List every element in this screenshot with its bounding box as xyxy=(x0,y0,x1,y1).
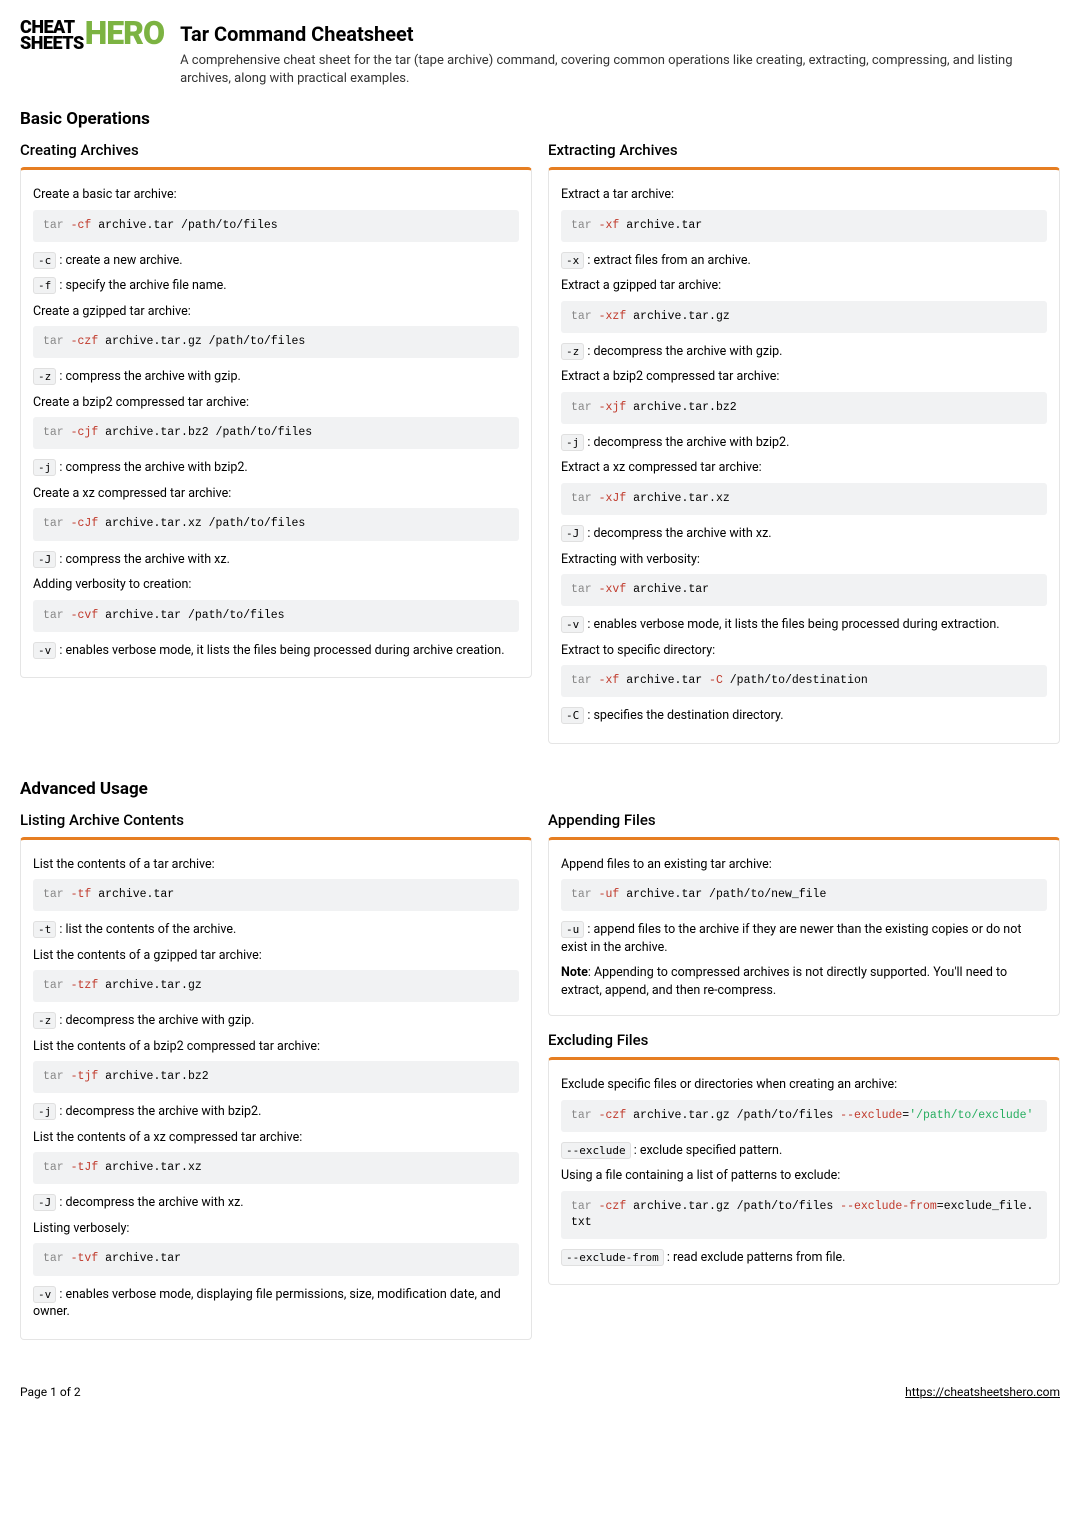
code-block: tar -xvf archive.tar xyxy=(561,574,1047,606)
card-creating-archives: Create a basic tar archive: tar -cf arch… xyxy=(20,167,532,678)
text: Extract a tar archive: xyxy=(561,186,1047,204)
option-desc: -z : decompress the archive with gzip. xyxy=(33,1012,519,1030)
text: Adding verbosity to creation: xyxy=(33,576,519,594)
text: List the contents of a xz compressed tar… xyxy=(33,1129,519,1147)
text: Extract to specific directory: xyxy=(561,642,1047,660)
code-block: tar -cJf archive.tar.xz /path/to/files xyxy=(33,508,519,540)
footer-link[interactable]: https://cheatsheetshero.com xyxy=(905,1384,1060,1401)
code-block: tar -xf archive.tar xyxy=(561,210,1047,242)
option-desc: -j : decompress the archive with bzip2. xyxy=(561,434,1047,452)
option-desc: -j : compress the archive with bzip2. xyxy=(33,459,519,477)
option-desc: --exclude : exclude specified pattern. xyxy=(561,1142,1047,1160)
text: Extract a xz compressed tar archive: xyxy=(561,459,1047,477)
code-block: tar -tjf archive.tar.bz2 xyxy=(33,1061,519,1093)
code-block: tar -czf archive.tar.gz /path/to/files xyxy=(33,326,519,358)
code-block: tar -cf archive.tar /path/to/files xyxy=(33,210,519,242)
card-title-excluding: Excluding Files xyxy=(548,1030,1060,1057)
code-block: tar -xzf archive.tar.gz xyxy=(561,301,1047,333)
text: Extract a bzip2 compressed tar archive: xyxy=(561,368,1047,386)
page-number: Page 1 of 2 xyxy=(20,1384,81,1401)
text: List the contents of a tar archive: xyxy=(33,856,519,874)
option-desc: -u : append files to the archive if they… xyxy=(561,921,1047,956)
option-desc: -J : compress the archive with xz. xyxy=(33,551,519,569)
code-block: tar -czf archive.tar.gz /path/to/files -… xyxy=(561,1191,1047,1239)
card-extracting-archives: Extract a tar archive: tar -xf archive.t… xyxy=(548,167,1060,744)
code-block: tar -cjf archive.tar.bz2 /path/to/files xyxy=(33,417,519,449)
option-desc: -z : decompress the archive with gzip. xyxy=(561,343,1047,361)
card-listing-contents: List the contents of a tar archive: tar … xyxy=(20,837,532,1340)
section-advanced-usage: Advanced Usage xyxy=(20,778,1060,802)
site-logo: CHEAT SHEETS HERO xyxy=(20,20,164,88)
text: Listing verbosely: xyxy=(33,1220,519,1238)
logo-text-3: HERO xyxy=(85,20,164,47)
code-block: tar -uf archive.tar /path/to/new_file xyxy=(561,879,1047,911)
option-desc: -v : enables verbose mode, it lists the … xyxy=(561,616,1047,634)
card-excluding-files: Exclude specific files or directories wh… xyxy=(548,1057,1060,1285)
text: List the contents of a bzip2 compressed … xyxy=(33,1038,519,1056)
option-desc: -t : list the contents of the archive. xyxy=(33,921,519,939)
text: Create a bzip2 compressed tar archive: xyxy=(33,394,519,412)
option-desc: -c : create a new archive. xyxy=(33,252,519,270)
option-desc: -v : enables verbose mode, displaying fi… xyxy=(33,1286,519,1321)
text: List the contents of a gzipped tar archi… xyxy=(33,947,519,965)
text: Create a basic tar archive: xyxy=(33,186,519,204)
code-block: tar -tvf archive.tar xyxy=(33,1243,519,1275)
code-block: tar -xJf archive.tar.xz xyxy=(561,483,1047,515)
text: Append files to an existing tar archive: xyxy=(561,856,1047,874)
card-title-extracting: Extracting Archives xyxy=(548,140,1060,167)
option-desc: -x : extract files from an archive. xyxy=(561,252,1047,270)
page-description: A comprehensive cheat sheet for the tar … xyxy=(180,52,1060,88)
card-appending-files: Append files to an existing tar archive:… xyxy=(548,837,1060,1017)
code-block: tar -czf archive.tar.gz /path/to/files -… xyxy=(561,1100,1047,1132)
code-block: tar -xjf archive.tar.bz2 xyxy=(561,392,1047,424)
code-block: tar -tf archive.tar xyxy=(33,879,519,911)
card-title-listing: Listing Archive Contents xyxy=(20,810,532,837)
text: Create a xz compressed tar archive: xyxy=(33,485,519,503)
note: Note: Appending to compressed archives i… xyxy=(561,964,1047,999)
option-desc: -J : decompress the archive with xz. xyxy=(561,525,1047,543)
page-header: CHEAT SHEETS HERO Tar Command Cheatsheet… xyxy=(20,20,1060,88)
option-desc: -z : compress the archive with gzip. xyxy=(33,368,519,386)
option-desc: -j : decompress the archive with bzip2. xyxy=(33,1103,519,1121)
code-block: tar -tJf archive.tar.xz xyxy=(33,1152,519,1184)
card-title-creating: Creating Archives xyxy=(20,140,532,167)
option-desc: --exclude-from : read exclude patterns f… xyxy=(561,1249,1047,1267)
page-title: Tar Command Cheatsheet xyxy=(180,20,1060,48)
option-desc: -C : specifies the destination directory… xyxy=(561,707,1047,725)
text: Using a file containing a list of patter… xyxy=(561,1167,1047,1185)
text: Extract a gzipped tar archive: xyxy=(561,277,1047,295)
section-basic-operations: Basic Operations xyxy=(20,108,1060,132)
option-desc: -f : specify the archive file name. xyxy=(33,277,519,295)
code-block: tar -tzf archive.tar.gz xyxy=(33,970,519,1002)
text: Create a gzipped tar archive: xyxy=(33,303,519,321)
card-title-appending: Appending Files xyxy=(548,810,1060,837)
option-desc: -v : enables verbose mode, it lists the … xyxy=(33,642,519,660)
code-block: tar -xf archive.tar -C /path/to/destinat… xyxy=(561,665,1047,697)
logo-text-2: SHEETS xyxy=(20,36,84,52)
text: Exclude specific files or directories wh… xyxy=(561,1076,1047,1094)
text: Extracting with verbosity: xyxy=(561,551,1047,569)
option-desc: -J : decompress the archive with xz. xyxy=(33,1194,519,1212)
page-footer: Page 1 of 2 https://cheatsheetshero.com xyxy=(20,1384,1060,1401)
code-block: tar -cvf archive.tar /path/to/files xyxy=(33,600,519,632)
